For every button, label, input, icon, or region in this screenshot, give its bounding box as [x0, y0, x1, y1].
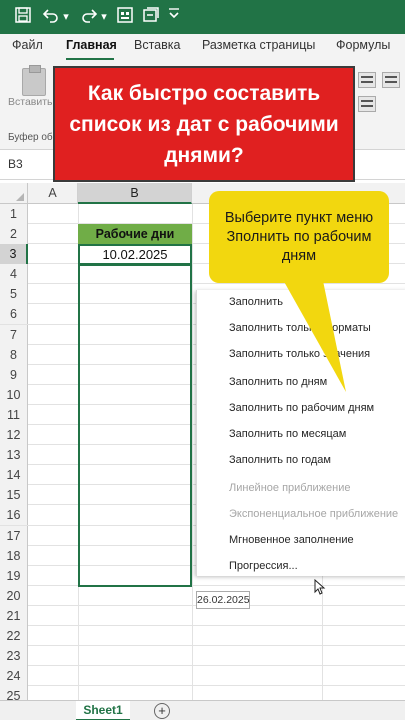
row-header[interactable]: 12 — [0, 425, 28, 446]
menu-item-series[interactable]: Прогрессия... — [229, 560, 298, 572]
instruction-callout: Выберите пункт меню Зполнить по рабочим … — [209, 191, 389, 283]
row-header[interactable]: 8 — [0, 344, 28, 365]
row-header[interactable]: 3 — [0, 244, 28, 265]
row-header[interactable]: 18 — [0, 545, 28, 566]
align-icon[interactable] — [358, 72, 376, 88]
undo-icon[interactable] — [40, 6, 62, 28]
row-header[interactable]: 7 — [0, 324, 28, 345]
fill-preview-tooltip: 26.02.2025 — [196, 591, 250, 609]
table-row: 22 — [0, 625, 405, 647]
row-header[interactable]: 5 — [0, 284, 28, 305]
row-header[interactable]: 10 — [0, 384, 28, 405]
row-header[interactable]: 19 — [0, 565, 28, 586]
clipboard-group-label: Буфер об — [8, 132, 53, 143]
header-cell-b2[interactable]: Рабочие дни — [78, 224, 192, 244]
active-cell-b3[interactable]: 10.02.2025 — [78, 244, 192, 265]
redo-dropdown-chevron-icon[interactable]: ▾ — [98, 6, 110, 28]
sheet-tab[interactable]: Sheet1 — [76, 701, 130, 720]
macro-icon[interactable] — [114, 6, 136, 28]
table-row: 24 — [0, 666, 405, 687]
table-row: 25 — [0, 686, 405, 700]
sheet-tab-bar: Sheet1 + — [0, 700, 405, 720]
menu-item-fill-weekdays[interactable]: Заполнить по рабочим дням — [229, 402, 374, 414]
paste-button-label[interactable]: Вставить — [8, 96, 53, 108]
row-header[interactable]: 9 — [0, 364, 28, 385]
ribbon-tabs: Файл Главная Вставка Разметка страницы Ф… — [0, 34, 405, 60]
save-icon[interactable] — [12, 6, 34, 28]
add-sheet-button[interactable]: + — [154, 703, 170, 719]
banner-text: Как быстро составить список из дат с раб… — [69, 81, 339, 167]
menu-item-fill-formats[interactable]: Заполнить только форматы — [229, 322, 371, 334]
tab-page-layout[interactable]: Разметка страницы — [202, 38, 315, 52]
row-header[interactable]: 13 — [0, 445, 28, 466]
menu-item-fill-days[interactable]: Заполнить по дням — [229, 376, 327, 388]
row-header[interactable]: 6 — [0, 304, 28, 325]
undo-dropdown-chevron-icon[interactable]: ▾ — [60, 6, 72, 28]
menu-item-flash-fill[interactable]: Мгновенное заполнение — [229, 534, 354, 546]
row-header[interactable]: 21 — [0, 605, 28, 626]
title-bar: ▾ ▾ — [0, 0, 405, 34]
callout-text: Выберите пункт меню Зполнить по рабочим … — [224, 209, 374, 264]
mouse-cursor-icon — [314, 578, 326, 598]
redo-icon[interactable] — [78, 6, 100, 28]
row-header[interactable]: 1 — [0, 204, 28, 224]
column-header-b[interactable]: B — [78, 183, 192, 204]
menu-item-growth-trend: Экспоненциальное приближение — [229, 508, 399, 520]
menu-item-fill-years[interactable]: Заполнить по годам — [229, 454, 331, 466]
select-all-corner[interactable] — [0, 183, 28, 204]
tab-formulas[interactable]: Формулы — [336, 38, 390, 52]
row-header[interactable]: 14 — [0, 465, 28, 486]
align-right-icon[interactable] — [382, 72, 400, 88]
column-header-a[interactable]: A — [28, 183, 78, 204]
menu-item-linear-trend: Линейное приближение — [229, 482, 351, 494]
indent-icon[interactable] — [358, 96, 376, 112]
row-header[interactable]: 4 — [0, 264, 28, 285]
row-header[interactable]: 23 — [0, 646, 28, 667]
row-header[interactable]: 16 — [0, 505, 28, 526]
row-header[interactable]: 17 — [0, 525, 28, 546]
customize-chevron-icon[interactable] — [166, 6, 182, 28]
clipboard-icon[interactable] — [22, 65, 46, 96]
row-header[interactable]: 15 — [0, 485, 28, 506]
menu-item-fill[interactable]: Заполнить — [229, 296, 283, 308]
row-header[interactable]: 20 — [0, 585, 28, 606]
autofill-context-menu: Заполнить Заполнить только форматы Запол… — [196, 290, 405, 576]
name-box[interactable]: B3 — [8, 154, 44, 175]
fill-selection-range[interactable] — [78, 265, 192, 587]
row-header[interactable]: 22 — [0, 625, 28, 646]
title-banner: Как быстро составить список из дат с раб… — [53, 66, 355, 182]
quick-access-icon[interactable] — [140, 6, 162, 28]
row-header[interactable]: 2 — [0, 224, 28, 245]
menu-item-fill-months[interactable]: Заполнить по месяцам — [229, 428, 346, 440]
row-header[interactable]: 11 — [0, 404, 28, 425]
menu-item-fill-values[interactable]: Заполнить только значения — [229, 348, 370, 360]
row-header[interactable]: 25 — [0, 686, 28, 700]
tab-home[interactable]: Главная — [66, 38, 117, 52]
row-header[interactable]: 24 — [0, 666, 28, 687]
tab-file[interactable]: Файл — [12, 38, 43, 52]
tab-insert[interactable]: Вставка — [134, 38, 180, 52]
table-row: 23 — [0, 646, 405, 667]
